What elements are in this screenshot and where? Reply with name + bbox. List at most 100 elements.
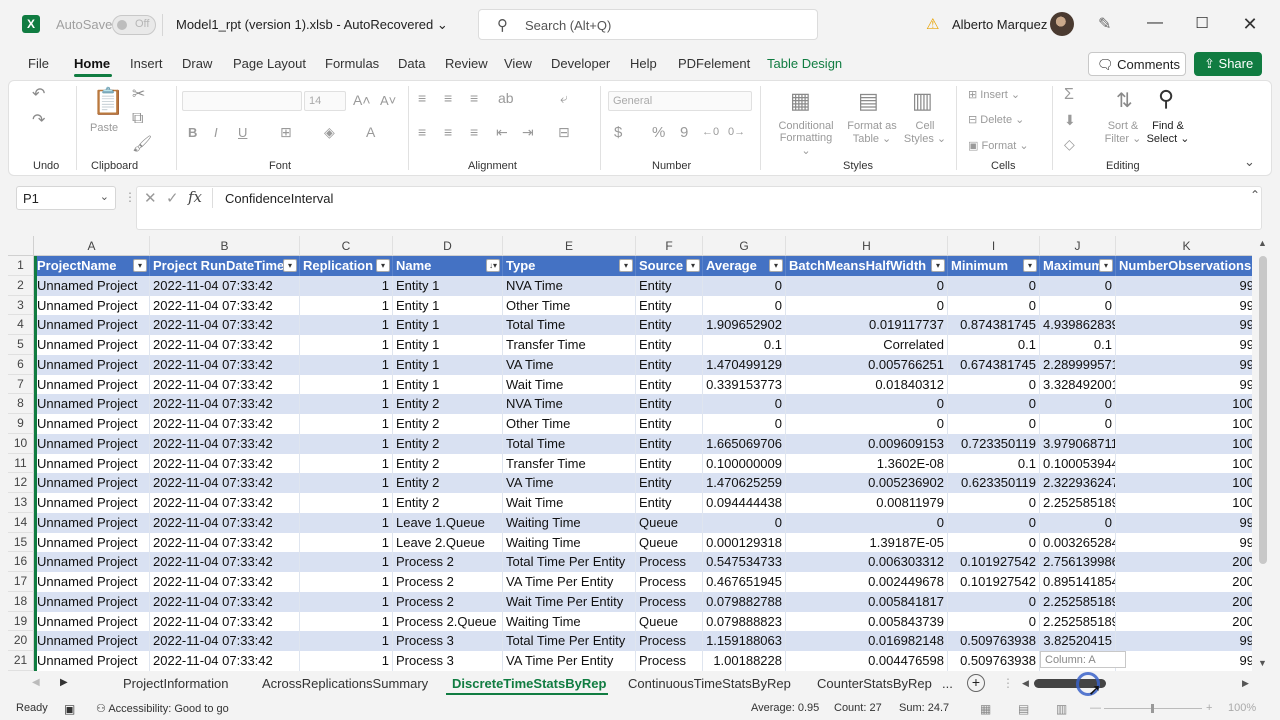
table-cell[interactable]: 0.004476598 xyxy=(786,651,948,671)
table-cell[interactable]: 1.159188063 xyxy=(703,631,786,651)
row-header[interactable]: 19 xyxy=(8,611,34,632)
table-cell[interactable]: 2022-11-04 07:33:42 xyxy=(150,532,300,553)
table-cell[interactable]: Total Time Per Entity xyxy=(503,552,636,572)
page-break-view-icon[interactable]: ▥ xyxy=(1056,702,1067,716)
table-cell[interactable]: 0.1 xyxy=(948,453,1040,474)
bold-icon[interactable]: B xyxy=(188,125,197,140)
table-cell[interactable]: Entity xyxy=(636,414,703,434)
filter-dropdown-icon[interactable]: ▾ xyxy=(619,259,633,272)
scroll-right-icon[interactable]: ▶ xyxy=(1242,678,1249,689)
table-cell[interactable]: 2022-11-04 07:33:42 xyxy=(150,275,300,296)
table-cell[interactable]: Unnamed Project xyxy=(34,275,150,296)
insert-function-icon[interactable]: fx xyxy=(188,188,202,206)
table-cell[interactable]: 2022-11-04 07:33:42 xyxy=(150,552,300,572)
table-cell[interactable]: 0 xyxy=(948,295,1040,316)
table-cell[interactable]: 1.665069706 xyxy=(703,433,786,454)
table-cell[interactable]: Other Time xyxy=(503,414,636,434)
zoom-level[interactable]: 100% xyxy=(1228,702,1256,714)
row-header[interactable]: 9 xyxy=(8,414,34,434)
table-cell[interactable]: Process xyxy=(636,572,703,592)
align-left-icon[interactable]: ≡ xyxy=(418,124,426,140)
filter-dropdown-icon[interactable]: ▾ xyxy=(769,259,783,272)
table-header-cell[interactable]: Replication ▾ xyxy=(300,256,393,276)
table-cell[interactable]: Entity 1 xyxy=(393,295,503,316)
table-cell[interactable]: 0 xyxy=(948,374,1040,395)
filter-dropdown-icon[interactable]: ▾ xyxy=(283,259,297,272)
table-cell[interactable]: 0.547534733 xyxy=(703,552,786,572)
table-cell[interactable]: 0 xyxy=(948,611,1040,632)
redo-icon[interactable]: ↷ xyxy=(32,110,45,130)
table-cell[interactable]: 2022-11-04 07:33:42 xyxy=(150,433,300,454)
table-cell[interactable]: Unnamed Project xyxy=(34,651,150,671)
row-header[interactable]: 3 xyxy=(8,295,34,316)
table-cell[interactable]: Process xyxy=(636,552,703,572)
table-cell[interactable]: Queue xyxy=(636,532,703,553)
zoom-slider-thumb[interactable] xyxy=(1151,704,1154,713)
avatar[interactable] xyxy=(1050,12,1074,36)
filter-dropdown-icon[interactable]: ▾ xyxy=(376,259,390,272)
insert-cells-button[interactable]: ⊞ Insert ⌄ xyxy=(968,88,1020,101)
table-cell[interactable]: 0.895141854 xyxy=(1040,572,1116,592)
table-cell[interactable]: 2022-11-04 07:33:42 xyxy=(150,335,300,355)
table-cell[interactable]: Entity 1 xyxy=(393,315,503,335)
table-cell[interactable]: 3.979068711 xyxy=(1040,433,1116,454)
macro-recorder-icon[interactable]: ▣ xyxy=(64,702,75,716)
table-cell[interactable]: Entity xyxy=(636,374,703,395)
table-cell[interactable]: Entity xyxy=(636,354,703,375)
filter-dropdown-icon[interactable]: ▾ xyxy=(1023,259,1037,272)
table-cell[interactable]: Waiting Time xyxy=(503,512,636,533)
table-cell[interactable]: Unnamed Project xyxy=(34,493,150,513)
table-cell[interactable]: Leave 2.Queue xyxy=(393,532,503,553)
table-cell[interactable]: Entity xyxy=(636,275,703,296)
table-cell[interactable]: 99 xyxy=(1116,533,1252,553)
table-cell[interactable]: Wait Time xyxy=(503,374,636,395)
row-header[interactable]: 1 xyxy=(8,256,34,276)
format-painter-icon[interactable]: 🖌 xyxy=(132,134,152,154)
comma-style-icon[interactable]: 9 xyxy=(680,124,688,141)
table-cell[interactable]: Unnamed Project xyxy=(34,315,150,335)
table-cell[interactable]: 1 xyxy=(300,552,393,572)
table-cell[interactable]: Unnamed Project xyxy=(34,473,150,493)
table-cell[interactable]: Entity 2 xyxy=(393,414,503,434)
table-cell[interactable]: Total Time xyxy=(503,433,636,454)
table-cell[interactable]: Entity xyxy=(636,295,703,316)
align-center-icon[interactable]: ≡ xyxy=(444,124,452,140)
share-button[interactable]: ⇪ Share xyxy=(1194,52,1262,76)
sheet-tab-projectinformation[interactable]: ProjectInformation xyxy=(123,676,229,691)
table-cell[interactable]: 4.939862839 xyxy=(1040,315,1116,335)
table-cell[interactable]: 2022-11-04 07:33:42 xyxy=(150,591,300,612)
table-cell[interactable]: 2.322936247 xyxy=(1040,473,1116,493)
column-header-d[interactable]: D xyxy=(393,236,503,256)
table-cell[interactable]: 0 xyxy=(786,275,948,296)
table-cell[interactable]: 99 xyxy=(1116,512,1252,533)
table-cell[interactable]: Entity 1 xyxy=(393,354,503,375)
tab-insert[interactable]: Insert xyxy=(130,56,163,71)
undo-icon[interactable]: ↶ xyxy=(32,84,45,104)
table-cell[interactable]: 99 xyxy=(1116,354,1252,375)
tab-help[interactable]: Help xyxy=(630,56,657,71)
table-cell[interactable]: 0.1 xyxy=(948,335,1040,355)
table-cell[interactable]: Process 2 xyxy=(393,591,503,612)
filter-dropdown-icon[interactable]: ▾ xyxy=(931,259,945,272)
autosum-icon[interactable]: Σ xyxy=(1064,86,1074,104)
fill-icon[interactable]: ⬇ xyxy=(1064,112,1076,129)
table-cell[interactable]: 99 xyxy=(1116,651,1252,671)
table-cell[interactable]: 1.3602E-08 xyxy=(786,453,948,474)
row-header[interactable]: 7 xyxy=(8,374,34,395)
table-cell[interactable]: 0.005766251 xyxy=(786,354,948,375)
table-cell[interactable]: 1 xyxy=(300,493,393,513)
table-cell[interactable]: 0.874381745 xyxy=(948,315,1040,335)
comments-button[interactable]: 🗨 Comments xyxy=(1088,52,1186,76)
table-header-cell[interactable]: Average ▾ xyxy=(703,256,786,276)
table-cell[interactable]: Unnamed Project xyxy=(34,591,150,612)
table-cell[interactable]: 1 xyxy=(300,275,393,296)
table-cell[interactable]: Entity 2 xyxy=(393,433,503,454)
table-cell[interactable]: VA Time Per Entity xyxy=(503,572,636,592)
table-cell[interactable]: 2022-11-04 07:33:42 xyxy=(150,354,300,375)
table-cell[interactable]: 1 xyxy=(300,354,393,375)
filter-dropdown-icon[interactable]: ▾ xyxy=(686,259,700,272)
table-cell[interactable]: 0.1 xyxy=(703,335,786,355)
conditional-formatting-icon[interactable]: ▦ xyxy=(790,88,811,114)
table-cell[interactable]: 0 xyxy=(948,512,1040,533)
table-cell[interactable]: 0.1 xyxy=(1040,335,1116,355)
